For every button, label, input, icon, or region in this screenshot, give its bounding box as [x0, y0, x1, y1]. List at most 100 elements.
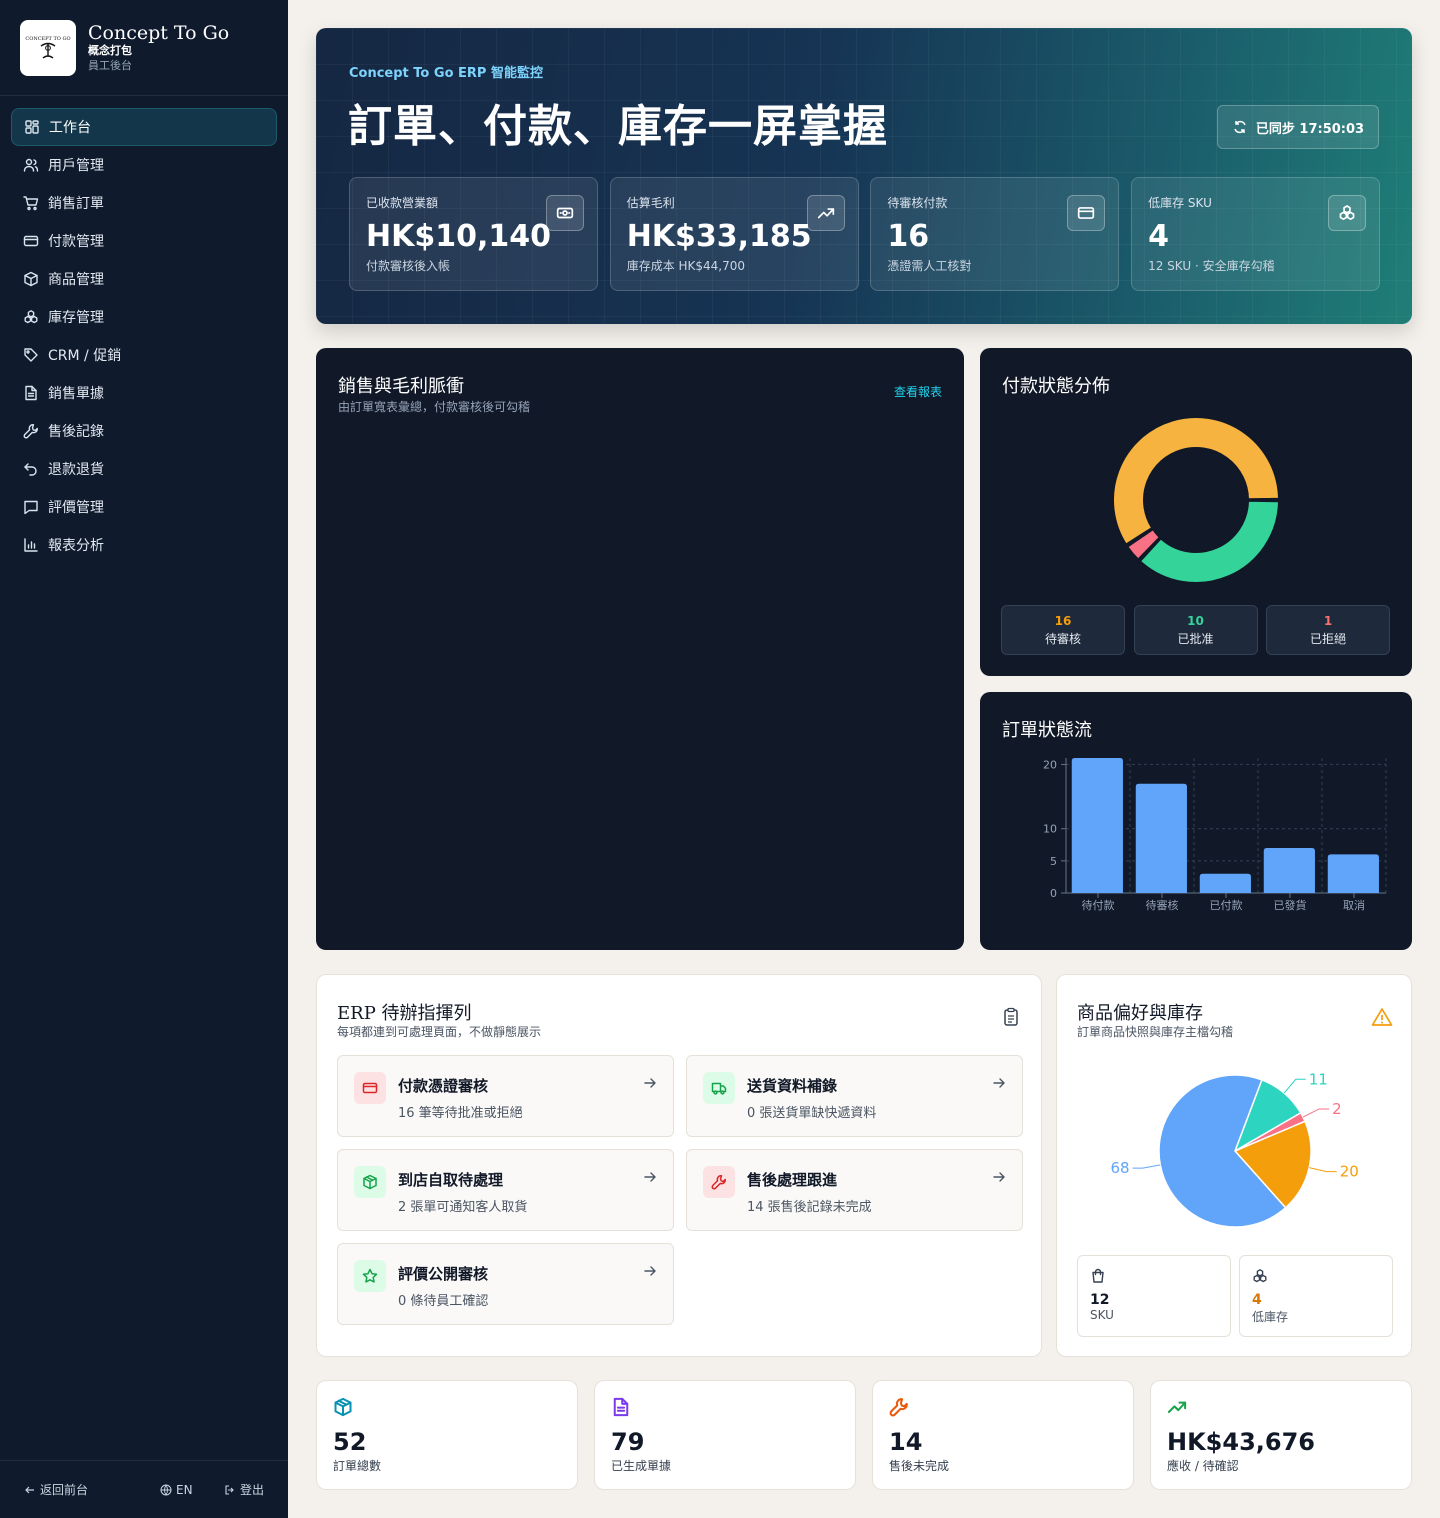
- task-icon-box: [354, 1166, 386, 1198]
- kpi-subtext: 憑證需人工核對: [887, 259, 972, 273]
- task-store-pickup[interactable]: 到店自取待處理 2 張單可通知客人取貨: [337, 1149, 674, 1231]
- sidebar-item-reports[interactable]: 報表分析: [11, 526, 277, 564]
- kpi-icon-box: [546, 195, 584, 231]
- pill-label: 已批准: [1177, 632, 1214, 646]
- task-delivery-info[interactable]: 送貨資料補錄 0 張送貨單缺快遞資料: [686, 1055, 1023, 1137]
- brand: CONCEPT TO GO Concept To Go 概念打包 員工後台: [0, 0, 288, 96]
- sidebar-item-payments[interactable]: 付款管理: [11, 222, 277, 260]
- product-mini-1[interactable]: 4 低庫存: [1239, 1255, 1393, 1337]
- banknote-icon: [556, 207, 574, 219]
- document-icon: [25, 385, 37, 401]
- stat-value: HK$43,676: [1167, 1428, 1315, 1456]
- y-tick-label: 5: [1050, 855, 1057, 868]
- kpi-estimated-profit[interactable]: 估算毛利 HK$33,185 庫存成本 HK$44,700: [609, 177, 859, 291]
- order-flow-card: 訂單狀態流 0 5 10 20 待付款 待審核 已付款 已發貨 取消: [980, 692, 1412, 950]
- sidebar-item-inventory[interactable]: 庫存管理: [11, 298, 277, 336]
- kpi-low-stock-sku[interactable]: 低庫存 SKU 4 12 SKU · 安全庫存勾稽: [1131, 177, 1381, 291]
- task-icon-box: [354, 1072, 386, 1104]
- task-title: 送貨資料補錄: [747, 1077, 838, 1095]
- undo-icon: [24, 463, 37, 476]
- task-after-sales-followup[interactable]: 售後處理跟進 14 張售後記錄未完成: [686, 1149, 1023, 1231]
- brand-role: 員工後台: [88, 58, 132, 72]
- task-payment-proof-review[interactable]: 付款憑證審核 16 筆等待批准或拒絕: [337, 1055, 674, 1137]
- sidebar-item-users[interactable]: 用戶管理: [11, 146, 277, 184]
- document-icon: [613, 1397, 629, 1417]
- sidebar-item-sales-orders[interactable]: 銷售訂單: [11, 184, 277, 222]
- x-tick-label: 取消: [1343, 898, 1365, 912]
- logout-button[interactable]: 登出: [224, 1481, 264, 1498]
- arrow-right-icon: [993, 1078, 1005, 1088]
- x-tick-label: 已付款: [1210, 898, 1243, 912]
- arrow-right-icon: [644, 1078, 656, 1088]
- sidebar-item-sales-docs[interactable]: 銷售單據: [11, 374, 277, 412]
- logout-icon: [225, 1484, 234, 1495]
- hero-title: 訂單、付款、庫存一屏掌握: [348, 101, 888, 152]
- sidebar-footer: 返回前台 EN 登出: [0, 1460, 288, 1518]
- sidebar-item-reviews[interactable]: 評價管理: [11, 488, 277, 526]
- x-tick-label: 待審核: [1146, 898, 1179, 912]
- bar-0: [1071, 758, 1123, 893]
- shopping-bag-icon: [1092, 1268, 1104, 1283]
- sidebar-item-label: 用戶管理: [48, 158, 104, 174]
- task-review-moderation[interactable]: 評價公開審核 0 條待員工確認: [337, 1243, 674, 1325]
- payment-pill-0[interactable]: 16 待審核: [1001, 605, 1125, 655]
- sidebar-item-crm[interactable]: CRM / 促銷: [11, 336, 277, 374]
- wrench-icon: [23, 424, 38, 439]
- package-icon: [24, 271, 38, 287]
- kpi-received-revenue[interactable]: 已收款營業額 HK$10,140 付款審核後入帳: [349, 177, 598, 291]
- arrow-right-icon: [644, 1172, 656, 1182]
- stat-after-sales-open[interactable]: 14 售後未完成: [872, 1380, 1134, 1490]
- payment-pill-2[interactable]: 1 已拒絕: [1266, 605, 1390, 655]
- product-preference-card: 商品偏好與庫存 訂單商品快照與庫存主檔勾稽 11 2 20 68 12 SKU 4 低…: [1056, 974, 1412, 1357]
- product-pie-chart: 112 20 68: [1110, 1070, 1359, 1228]
- sidebar: CONCEPT TO GO Concept To Go 概念打包 員工後台 工作…: [0, 0, 288, 1518]
- y-tick-label: 0: [1050, 887, 1057, 900]
- stat-total-orders[interactable]: 52 訂單總數: [316, 1380, 578, 1490]
- sidebar-nav: 工作台用戶管理銷售訂單付款管理商品管理庫存管理 CRM / 促銷 銷售單據售後記錄退…: [0, 96, 288, 576]
- svg-text:CONCEPT TO GO: CONCEPT TO GO: [25, 36, 70, 42]
- cart-icon: [23, 196, 39, 211]
- sync-button[interactable]: 已同步 17:50:03: [1217, 105, 1379, 149]
- payment-pill-1[interactable]: 10 已批准: [1133, 605, 1258, 655]
- back-to-front-button[interactable]: 返回前台: [24, 1481, 88, 1498]
- stat-receivable[interactable]: HK$43,676 應收 / 待確認: [1150, 1380, 1412, 1490]
- product-mini-0[interactable]: 12 SKU: [1077, 1255, 1231, 1337]
- bar-2: [1199, 873, 1251, 893]
- brand-subtitle: 概念打包: [88, 43, 132, 57]
- arrow-right-icon: [644, 1266, 656, 1276]
- brand-logo[interactable]: CONCEPT TO GO: [20, 19, 76, 76]
- sales-profit-card: 銷售與毛利脈衝 由訂單寬表彙總，付款審核後可勾稽 查看報表 0150003000…: [316, 348, 964, 950]
- task-icon-box: [354, 1260, 386, 1292]
- pill-label: 待審核: [1044, 632, 1081, 646]
- sidebar-item-refunds[interactable]: 退款退貨: [11, 450, 277, 488]
- task-icon-box: [703, 1166, 735, 1198]
- bar-4: [1327, 854, 1379, 893]
- logo-mark-icon: CONCEPT TO GO: [25, 36, 71, 59]
- stat-generated-docs[interactable]: 79 已生成單據: [594, 1380, 856, 1490]
- refresh-icon: [1234, 120, 1246, 134]
- sidebar-item-label: 付款管理: [48, 234, 104, 250]
- sidebar-item-label: 售後記錄: [48, 424, 104, 440]
- sidebar-item-products[interactable]: 商品管理: [11, 260, 277, 298]
- tasks-title: ERP 待辦指揮列: [337, 1003, 472, 1024]
- pie-label-0: 68: [1110, 1159, 1129, 1177]
- bar-3: [1263, 848, 1315, 893]
- sidebar-item-workbench[interactable]: 工作台: [11, 108, 277, 146]
- task-title: 售後處理跟進: [747, 1171, 838, 1189]
- package-check-icon: [363, 1174, 377, 1190]
- sidebar-item-label: 報表分析: [48, 538, 104, 554]
- wrench-icon: [711, 1175, 726, 1190]
- users-icon: [23, 158, 39, 172]
- boxes-icon: [1339, 205, 1355, 221]
- stat-value: 14: [889, 1428, 923, 1456]
- language-button[interactable]: EN: [160, 1483, 193, 1497]
- pie-label-1: 11: [1309, 1070, 1328, 1088]
- credit-card-icon: [23, 235, 39, 247]
- sidebar-item-after-sales[interactable]: 售後記錄: [11, 412, 277, 450]
- kpi-pending-payments[interactable]: 待審核付款 16 憑證需人工核對: [870, 177, 1120, 291]
- sidebar-item-label: 庫存管理: [48, 310, 104, 326]
- payment-status-card: 付款狀態分佈 16 待審核 10 已批准 1 已拒絕: [980, 348, 1412, 676]
- kpi-icon-box: [806, 195, 845, 231]
- erp-task-card: ERP 待辦指揮列 每項都連到可處理頁面，不做靜態展示 付款憑證審核 16 筆等…: [316, 974, 1042, 1357]
- tasks-subtitle: 每項都連到可處理頁面，不做靜態展示: [337, 1025, 542, 1039]
